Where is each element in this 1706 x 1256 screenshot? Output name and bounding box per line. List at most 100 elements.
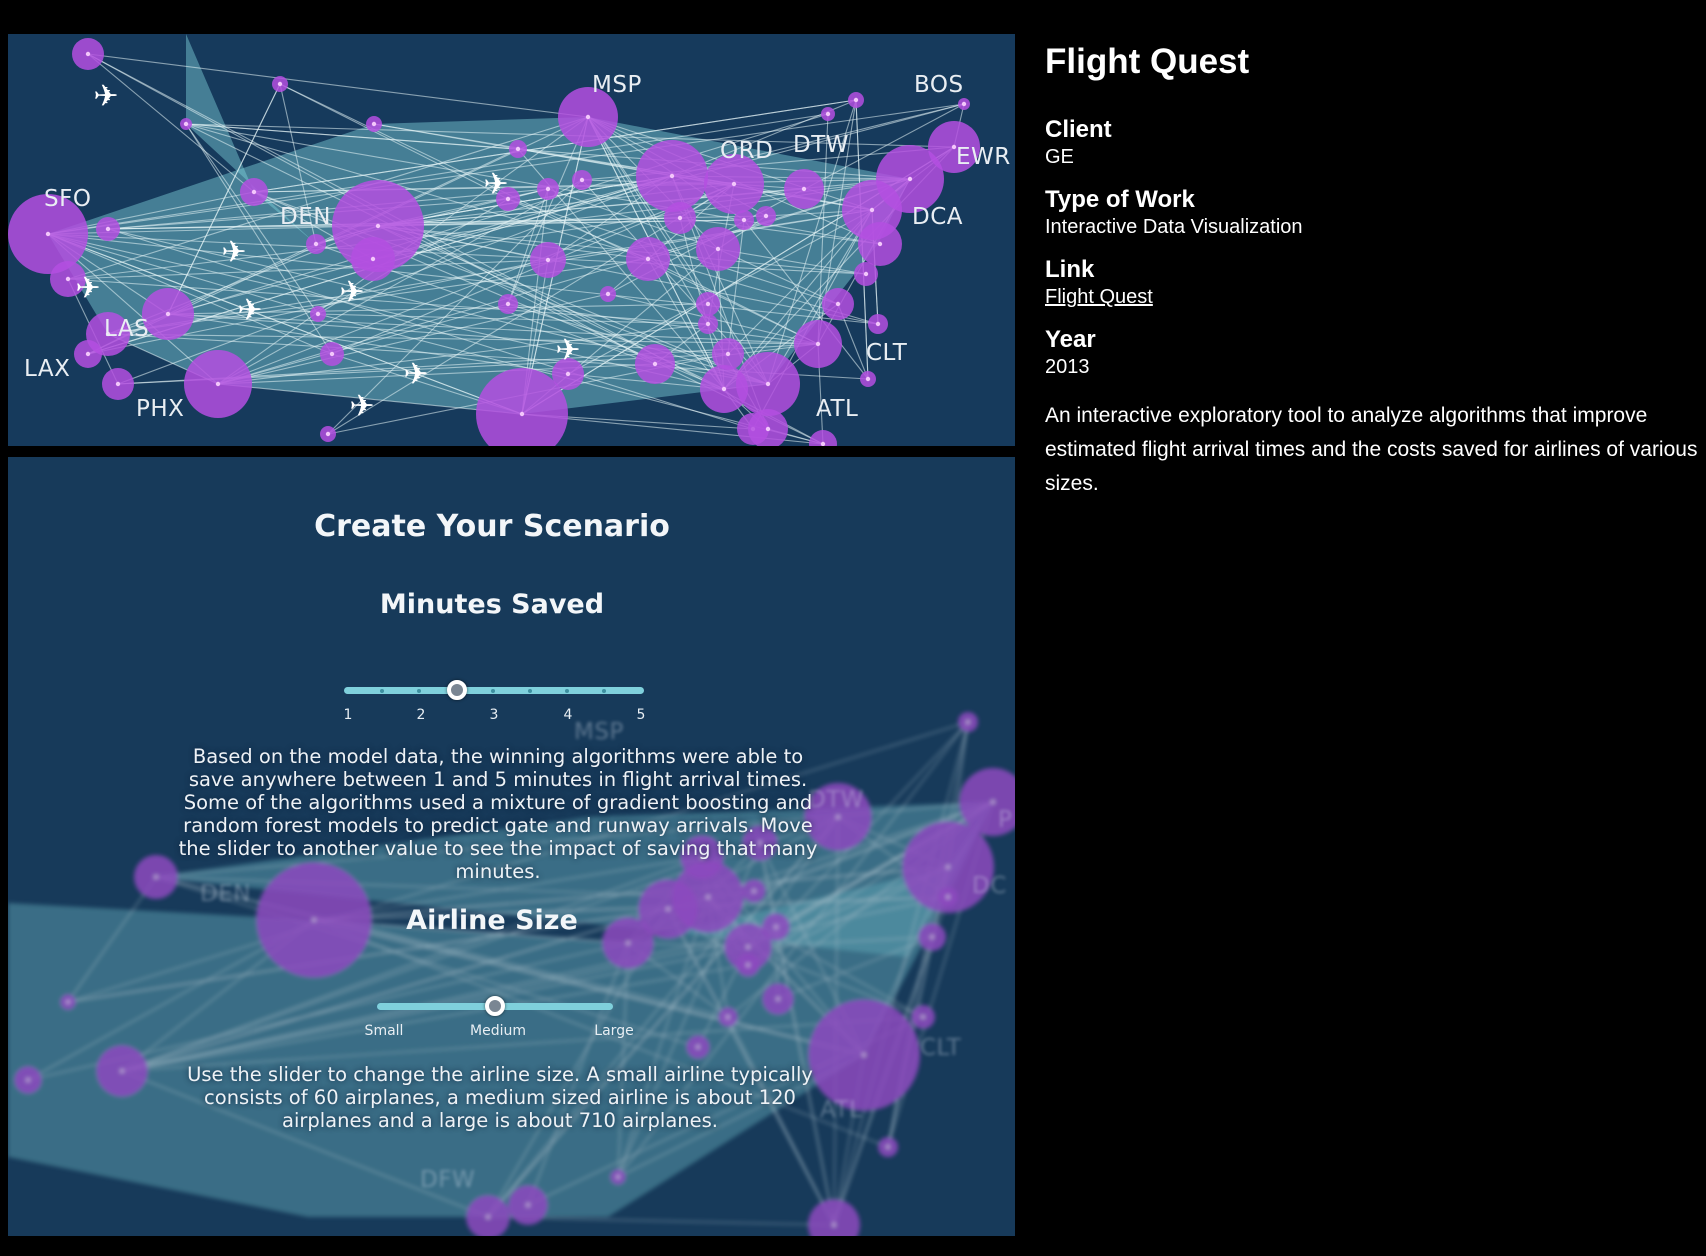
airport-center-dot xyxy=(515,146,521,152)
airport-center-dot xyxy=(705,301,711,307)
airport-center-dot xyxy=(869,207,875,213)
airline-tick-small: Small xyxy=(364,1023,404,1039)
airport-center-dot xyxy=(907,176,913,182)
airport-center-dot xyxy=(315,311,321,317)
network-layer xyxy=(8,34,980,446)
airport-center-dot xyxy=(325,431,331,437)
airport-center-dot xyxy=(545,257,551,263)
city-label-ord: ORD xyxy=(720,138,774,164)
airport-center-dot xyxy=(65,276,71,282)
airport-center-dot xyxy=(731,181,737,187)
airport-center-dot xyxy=(251,189,257,195)
airport-center-dot xyxy=(605,291,611,297)
airport-center-dot xyxy=(853,97,859,103)
airport-center-dot xyxy=(763,213,769,219)
airport-center-dot xyxy=(715,246,721,252)
city-label-lax: LAX xyxy=(24,356,71,382)
airplane-icon: ✈ xyxy=(221,235,246,270)
airport-center-dot xyxy=(545,186,551,192)
flight-map-panel[interactable]: ✈ ✈ ✈ ✈ ✈ ✈ ✈ ✈ ✈ MSP BOS ORD DTW EWR SFO DEN DC… xyxy=(8,34,1015,446)
airport-center-dot xyxy=(705,321,711,327)
scenario-controls: Create Your Scenario Minutes Saved 1 2 3… xyxy=(8,457,1015,1236)
scenario-panel: MSP DTW DEN DC P CLT ATL DFW Create Your… xyxy=(8,457,1015,1236)
airport-center-dot xyxy=(371,121,377,127)
airport-center-dot xyxy=(105,226,111,232)
airport-center-dot xyxy=(877,241,883,247)
airport-center-dot xyxy=(645,256,651,262)
minutes-saved-slider[interactable]: 1 2 3 4 5 xyxy=(344,680,646,727)
airport-center-dot xyxy=(370,256,376,262)
minutes-tick-5: 5 xyxy=(636,707,646,723)
slider-step-dot xyxy=(528,688,532,693)
airport-center-dot xyxy=(329,351,335,357)
airplane-icon: ✈ xyxy=(349,389,374,424)
city-label-den: DEN xyxy=(280,204,331,230)
project-link[interactable]: Flight Quest xyxy=(1045,286,1153,309)
minutes-tick-4: 4 xyxy=(563,707,573,723)
minutes-slider-knob[interactable] xyxy=(446,680,467,700)
airport-center-dot xyxy=(277,81,283,87)
scenario-title: Create Your Scenario xyxy=(314,509,670,544)
airport-center-dot xyxy=(765,381,771,387)
airline-size-heading: Airline Size xyxy=(406,905,578,936)
airport-center-dot xyxy=(183,121,189,127)
airport-center-dot xyxy=(721,386,727,392)
slider-step-dot xyxy=(380,688,384,693)
city-label-las: LAS xyxy=(104,316,150,342)
airport-center-dot xyxy=(669,173,675,179)
airport-center-dot xyxy=(725,351,731,357)
airport-center-dot xyxy=(875,321,881,327)
airport-center-dot xyxy=(85,51,91,57)
airport-center-dot xyxy=(820,441,826,446)
city-label-sfo: SFO xyxy=(44,186,92,212)
route-line xyxy=(87,53,255,193)
airport-center-dot xyxy=(863,271,869,277)
airport-center-dot xyxy=(313,241,319,247)
city-label-dca: DCA xyxy=(912,204,964,230)
type-of-work-value: Interactive Data Visualization xyxy=(1045,216,1303,238)
airport-center-dot xyxy=(115,381,121,387)
city-label-phx: PHX xyxy=(136,396,185,422)
airport-center-dot xyxy=(519,411,525,417)
city-label-bos: BOS xyxy=(914,72,964,98)
minutes-slider-track[interactable] xyxy=(344,687,644,694)
city-label-atl: ATL xyxy=(816,396,859,422)
airport-center-dot xyxy=(505,301,511,307)
project-description: An interactive exploratory tool to analy… xyxy=(1045,404,1698,495)
airline-size-description: Use the slider to change the airline siz… xyxy=(187,1063,813,1132)
airport-center-dot xyxy=(565,371,571,377)
slider-step-dot xyxy=(602,688,606,693)
airline-tick-large: Large xyxy=(594,1023,634,1039)
minutes-saved-description: Based on the model data, the winning alg… xyxy=(178,745,818,883)
slider-step-dot xyxy=(417,688,421,693)
airplane-icon: ✈ xyxy=(237,293,262,328)
airport-center-dot xyxy=(375,223,381,229)
airplane-icon: ✈ xyxy=(403,357,428,392)
minutes-tick-2: 2 xyxy=(416,707,426,723)
link-label: Link xyxy=(1045,256,1095,283)
airport-center-dot xyxy=(677,215,683,221)
airport-center-dot xyxy=(825,111,831,117)
slider-step-dot xyxy=(565,688,569,693)
year-label: Year xyxy=(1045,326,1096,353)
flight-map-canvas[interactable]: ✈ ✈ ✈ ✈ ✈ ✈ ✈ ✈ ✈ xyxy=(8,34,1015,446)
airport-center-dot xyxy=(652,361,658,367)
airline-size-slider[interactable]: Small Medium Large xyxy=(365,996,634,1043)
airline-slider-knob[interactable] xyxy=(485,996,505,1016)
airport-center-dot xyxy=(765,426,771,432)
city-label-msp: MSP xyxy=(592,72,642,98)
airplane-icon: ✈ xyxy=(339,275,364,310)
year-value: 2013 xyxy=(1045,356,1090,378)
city-label-dtw: DTW xyxy=(793,132,850,158)
slider-step-dot xyxy=(491,688,495,693)
airport-center-dot xyxy=(45,231,51,237)
airport-center-dot xyxy=(815,341,821,347)
airplane-icon: ✈ xyxy=(483,167,508,202)
airline-tick-medium: Medium xyxy=(470,1023,526,1039)
type-of-work-label: Type of Work xyxy=(1045,186,1195,213)
client-value: GE xyxy=(1045,146,1074,168)
airport-center-dot xyxy=(585,114,591,120)
city-label-clt: CLT xyxy=(866,340,908,366)
airport-center-dot xyxy=(165,311,171,317)
airport-center-dot xyxy=(835,301,841,307)
